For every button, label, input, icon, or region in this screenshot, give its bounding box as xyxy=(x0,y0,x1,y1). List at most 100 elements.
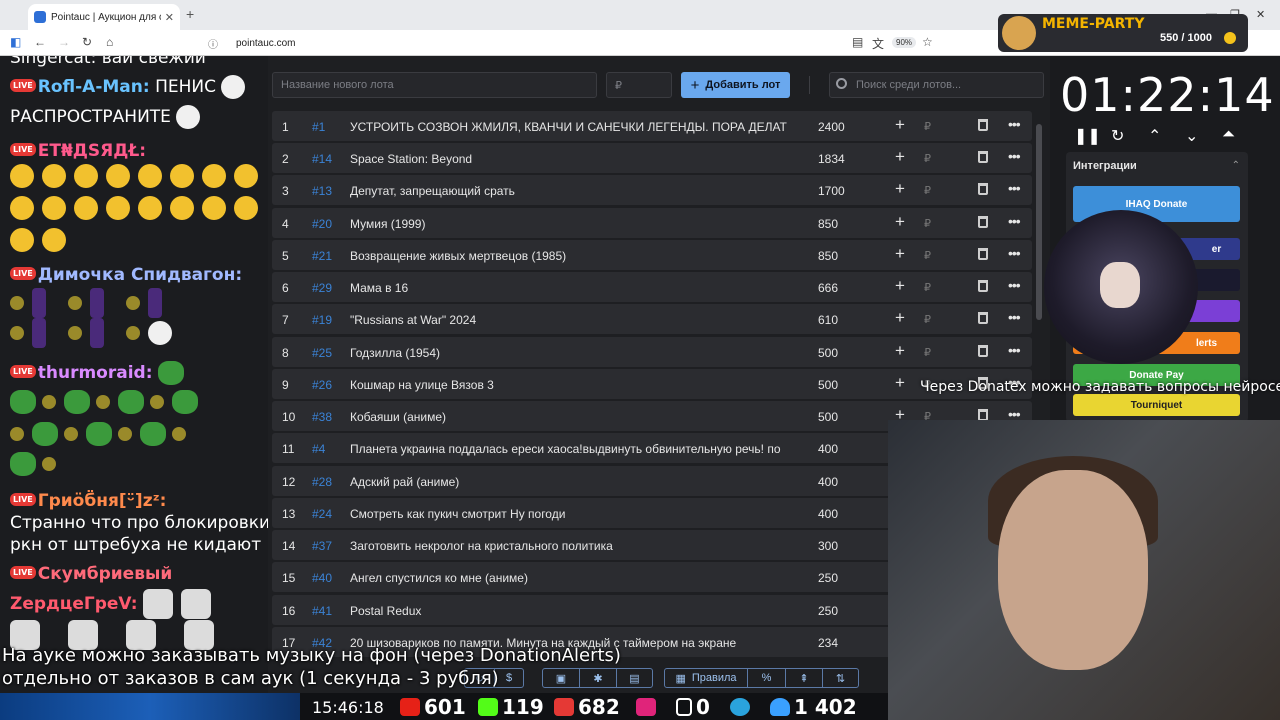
meme-party-counter: 550 / 1000 xyxy=(1160,32,1212,44)
add-amount-icon[interactable]: + xyxy=(895,179,905,199)
emote-row xyxy=(10,390,204,414)
lot-name[interactable]: Ангел спустился ко мне (аниме) xyxy=(350,571,792,585)
sidebar-toggle-icon[interactable]: ◧ xyxy=(10,35,21,49)
trash-icon[interactable] xyxy=(978,151,988,163)
more-options-icon[interactable]: ••• xyxy=(1008,180,1021,196)
sort-icon[interactable]: ⇅ xyxy=(823,669,858,687)
merge-icon[interactable]: ⇞ xyxy=(786,669,823,687)
lot-id: #41 xyxy=(312,604,333,618)
lot-name[interactable]: Возвращение живых мертвецов (1985) xyxy=(350,249,792,263)
lot-amount: 300 xyxy=(818,539,839,553)
lot-name[interactable]: Смотреть как пукич смотрит Ну погоди xyxy=(350,507,792,521)
site-info-icon[interactable]: ⓘ xyxy=(208,36,218,51)
lot-name[interactable]: Годзилла (1954) xyxy=(350,346,792,360)
lot-name[interactable]: Кошмар на улице Вязов 3 xyxy=(350,378,792,392)
meme-party-widget: MEME-PARTY 550 / 1000 xyxy=(998,14,1248,52)
translate-icon[interactable]: 文 xyxy=(872,35,884,52)
pepe-frog-emote-icon xyxy=(118,390,144,414)
pepe-frog-emote-icon xyxy=(140,422,166,446)
trash-icon[interactable] xyxy=(978,248,988,260)
trash-icon[interactable] xyxy=(978,119,988,131)
more-options-icon[interactable]: ••• xyxy=(1008,116,1021,132)
rutube-icon xyxy=(676,698,692,716)
new-lot-input[interactable]: Название нового лота xyxy=(272,72,597,98)
coin-emote-icon xyxy=(126,326,140,340)
dark-figure-emote-icon xyxy=(148,288,162,318)
trash-icon[interactable] xyxy=(978,216,988,228)
add-lot-button[interactable]: + Добавить лот xyxy=(681,72,790,98)
chat-text: Странно что про блокировки xyxy=(10,513,268,533)
add-amount-icon[interactable]: + xyxy=(895,244,905,264)
new-tab-icon[interactable]: + xyxy=(186,6,194,22)
kick-count: 119 xyxy=(502,695,544,719)
lot-name[interactable]: Депутат, запрещающий срать xyxy=(350,184,792,198)
reader-mode-icon[interactable]: ▤ xyxy=(852,35,863,49)
close-window-icon[interactable]: ✕ xyxy=(1256,8,1265,21)
smile-emote-icon xyxy=(10,164,34,188)
add-lot-label: Добавить лот xyxy=(705,79,781,91)
lot-name[interactable]: Заготовить некролог на кристального поли… xyxy=(350,539,792,553)
lot-name[interactable]: УСТРОИТЬ СОЗВОН ЖМИЛЯ, КВАНЧИ И САНЕЧКИ … xyxy=(350,120,792,134)
lot-name[interactable]: "Russians at War" 2024 xyxy=(350,313,792,327)
lot-name[interactable]: Space Station: Beyond xyxy=(350,152,792,166)
trash-icon[interactable] xyxy=(978,312,988,324)
trash-icon[interactable] xyxy=(978,183,988,195)
emote-row xyxy=(10,228,74,252)
zoom-level[interactable]: 90% xyxy=(892,37,917,48)
lot-id: #19 xyxy=(312,313,333,327)
back-icon[interactable]: ← xyxy=(34,35,46,49)
lot-search-input[interactable]: Поиск среди лотов... xyxy=(829,72,1044,98)
add-amount-icon[interactable]: + xyxy=(895,308,905,328)
tourniquet-button[interactable]: Tourniquet xyxy=(1073,394,1240,416)
chat-message: Singercat: вай свежий xyxy=(10,56,206,68)
chevron-up-icon[interactable]: ⌃ xyxy=(1148,126,1161,146)
rules-button[interactable]: ▦ Правила xyxy=(665,669,748,687)
more-options-icon[interactable]: ••• xyxy=(1008,277,1021,293)
lot-name[interactable]: Postal Redux xyxy=(350,604,792,618)
add-amount-icon[interactable]: + xyxy=(895,341,905,361)
more-options-icon[interactable]: ••• xyxy=(1008,213,1021,229)
smile-emote-icon xyxy=(170,196,194,220)
table-row: 3 #13 Депутат, запрещающий срать 1700 + … xyxy=(272,175,1032,205)
add-amount-icon[interactable]: + xyxy=(895,276,905,296)
close-tab-icon[interactable]: ✕ xyxy=(165,11,174,24)
more-options-icon[interactable]: ••• xyxy=(1008,309,1021,325)
pepe-frog-emote-icon xyxy=(32,422,58,446)
bookmark-star-icon[interactable]: ☆ xyxy=(922,35,933,49)
trash-icon[interactable] xyxy=(978,280,988,292)
browser-tab[interactable]: Pointauc | Аукцион для стриме ✕ xyxy=(28,4,180,30)
coin-emote-icon xyxy=(42,457,56,471)
lot-name[interactable]: Мама в 16 xyxy=(350,281,792,295)
lots-scrollbar[interactable] xyxy=(1036,124,1042,320)
lot-name[interactable]: Кобаяши (аниме) xyxy=(350,410,792,424)
history-icon[interactable]: ▤ xyxy=(617,669,652,687)
home-icon[interactable]: ⌂ xyxy=(106,35,113,49)
reload-icon[interactable]: ↻ xyxy=(82,35,92,49)
percent-button[interactable]: % xyxy=(748,669,786,687)
reset-timer-icon[interactable]: ↻ xyxy=(1111,126,1124,146)
lot-sum-input[interactable]: ₽ xyxy=(606,72,672,98)
more-options-icon[interactable]: ••• xyxy=(1008,342,1021,358)
double-chevron-up-icon[interactable]: ⏶ xyxy=(1222,126,1235,144)
divider xyxy=(809,76,810,94)
smile-emote-icon xyxy=(10,196,34,220)
add-amount-icon[interactable]: + xyxy=(895,212,905,232)
forward-icon[interactable]: → xyxy=(58,35,70,49)
emote-row xyxy=(10,196,266,220)
auction-timer: 01:22:14 xyxy=(1060,68,1275,122)
chat-message: LIVE Димочка Спидвагон: xyxy=(10,265,242,285)
lot-name[interactable]: Мумия (1999) xyxy=(350,217,792,231)
add-amount-icon[interactable]: + xyxy=(895,373,905,393)
pause-icon[interactable]: ❚❚ xyxy=(1074,126,1101,146)
url-field[interactable]: ⓘ pointauc.com xyxy=(200,33,930,53)
more-options-icon[interactable]: ••• xyxy=(1008,245,1021,261)
chevron-down-icon[interactable]: ⌄ xyxy=(1185,126,1198,146)
add-amount-icon[interactable]: + xyxy=(895,147,905,167)
collapse-chevron-icon[interactable]: ⌃ xyxy=(1232,160,1240,171)
lot-name[interactable]: Адский рай (аниме) xyxy=(350,475,792,489)
more-options-icon[interactable]: ••• xyxy=(1008,148,1021,164)
trash-icon[interactable] xyxy=(978,345,988,357)
lot-name[interactable]: Планета украина поддалась ереси хаоса!вы… xyxy=(350,442,792,456)
lot-id: #1 xyxy=(312,120,326,134)
add-amount-icon[interactable]: + xyxy=(895,115,905,135)
